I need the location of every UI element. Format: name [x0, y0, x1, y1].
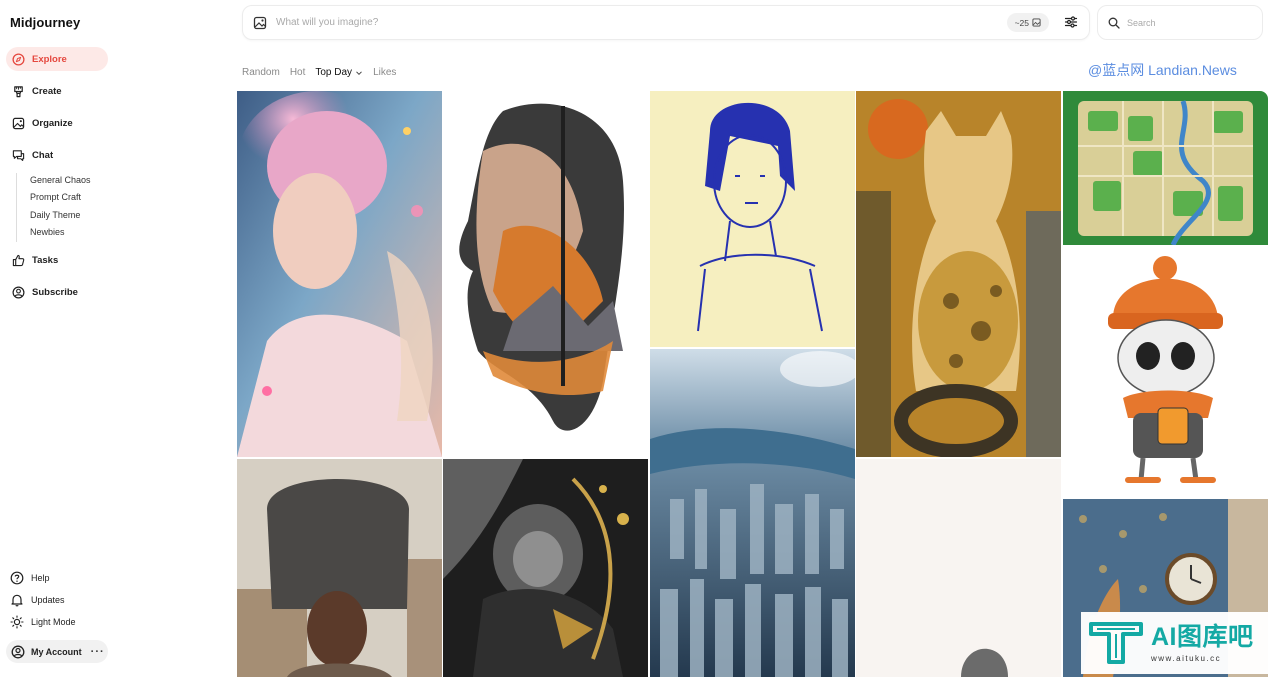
watermark-aituku: AI图库吧 www.aituku.cc — [1081, 612, 1276, 674]
sidebar-item-tasks[interactable]: Tasks — [6, 248, 108, 272]
gallery-image-fur-hat-man[interactable] — [237, 459, 442, 677]
sidebar-item-label: Chat — [32, 149, 54, 161]
sun-icon — [10, 615, 24, 629]
filter-likes[interactable]: Likes — [373, 67, 396, 78]
gallery-image-line-drawing[interactable] — [650, 91, 855, 347]
settings-sliders-button[interactable] — [1061, 12, 1081, 32]
sidebar-item-organize[interactable]: Organize — [6, 111, 108, 135]
light-mode-toggle[interactable]: Light Mode — [10, 613, 76, 631]
chat-room-daily-theme[interactable]: Daily Theme — [30, 208, 91, 225]
chat-room-general-chaos[interactable]: General Chaos — [30, 173, 91, 190]
updates-label: Updates — [31, 595, 65, 605]
sidebar-item-label: Organize — [32, 117, 73, 129]
sidebar-item-explore[interactable]: Explore — [6, 47, 108, 71]
gallery-image-fairy-portrait[interactable] — [237, 91, 442, 457]
credits-value: ~25 — [1014, 17, 1029, 28]
chat-icon — [12, 149, 25, 162]
chat-room-list: General Chaos Prompt Craft Daily Theme N… — [16, 173, 91, 243]
sidebar-item-chat[interactable]: Chat — [6, 143, 108, 167]
sidebar-item-label: Explore — [32, 53, 67, 65]
sidebar-item-subscribe[interactable]: Subscribe — [6, 280, 108, 304]
search-input[interactable] — [1127, 17, 1257, 28]
sidebar-item-label: Tasks — [32, 254, 59, 266]
account-menu-icon[interactable]: ··· — [91, 646, 105, 658]
image-count-icon — [1032, 18, 1041, 27]
chevron-down-icon[interactable] — [355, 69, 363, 77]
imagine-input[interactable] — [276, 17, 976, 28]
gallery-image-skeleton-character[interactable] — [1063, 248, 1268, 497]
user-circle-icon — [12, 286, 25, 299]
updates-link[interactable]: Updates — [10, 591, 65, 609]
filter-random[interactable]: Random — [242, 67, 280, 78]
filter-top-day[interactable]: Top Day — [315, 67, 352, 78]
gallery-image-double-exposure-face[interactable] — [443, 91, 648, 457]
compass-icon — [12, 52, 25, 66]
sidebar: Midjourney Explore Create Organize Chat — [0, 0, 230, 677]
my-account-label: My Account — [31, 646, 82, 657]
help-icon — [10, 571, 24, 585]
light-mode-label: Light Mode — [31, 617, 76, 627]
feed-filters: Random Hot Top Day Likes — [242, 67, 406, 78]
sidebar-item-create[interactable]: Create — [6, 79, 108, 103]
help-link[interactable]: Help — [10, 569, 50, 587]
app-root: Midjourney Explore Create Organize Chat — [0, 0, 1280, 677]
app-logo[interactable]: Midjourney — [10, 15, 80, 30]
gallery-image-aerial-city[interactable] — [650, 349, 855, 677]
user-circle-icon — [11, 645, 25, 659]
watermark-landian: @蓝点网 Landian.News — [1088, 62, 1237, 78]
gallery-image-sketch-portrait[interactable] — [856, 459, 1061, 677]
thumbs-up-icon — [12, 254, 25, 267]
watermark-url: www.aituku.cc — [1151, 654, 1222, 663]
credits-badge[interactable]: ~25 — [1006, 13, 1049, 32]
image-icon — [12, 117, 25, 130]
watermark-logo-text: AI图库吧 — [1151, 623, 1254, 651]
sliders-icon — [1064, 15, 1078, 29]
chat-room-prompt-craft[interactable]: Prompt Craft — [30, 190, 91, 207]
sidebar-item-label: Subscribe — [32, 286, 78, 298]
filter-hot[interactable]: Hot — [290, 67, 306, 78]
gallery-image-city-map[interactable] — [1063, 91, 1268, 245]
search-box — [1097, 5, 1263, 40]
bell-icon — [10, 593, 24, 607]
aituku-logo-icon — [1089, 622, 1143, 664]
my-account-button[interactable]: My Account ··· — [6, 640, 108, 663]
chat-room-newbies[interactable]: Newbies — [30, 225, 91, 242]
sidebar-item-label: Create — [32, 85, 62, 97]
help-label: Help — [31, 573, 50, 583]
gallery-image-klimt-cat[interactable] — [856, 91, 1061, 457]
image-upload-icon[interactable] — [253, 16, 267, 30]
gallery-image-monkey-king[interactable] — [443, 459, 648, 677]
imagine-bar: ~25 — [242, 5, 1090, 40]
brush-icon — [12, 85, 25, 98]
search-icon — [1108, 17, 1120, 29]
